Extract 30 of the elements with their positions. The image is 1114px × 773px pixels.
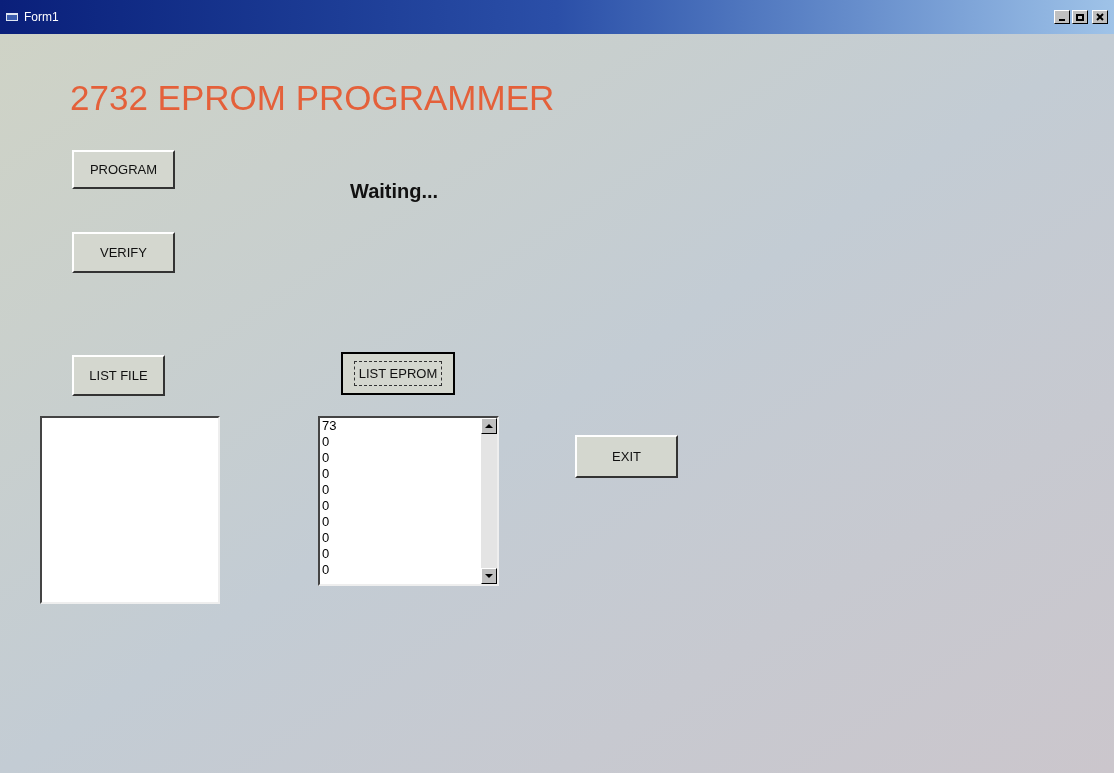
- close-button[interactable]: [1092, 10, 1108, 24]
- form-button[interactable]: LIST FILE: [72, 355, 165, 396]
- list-item[interactable]: 0: [322, 530, 481, 546]
- app-heading: 2732 EPROM PROGRAMMER: [70, 77, 555, 119]
- window-title: Form1: [24, 9, 59, 26]
- list-item[interactable]: 0: [322, 514, 481, 530]
- scroll-up-button[interactable]: [481, 418, 497, 434]
- list-item[interactable]: 0: [322, 498, 481, 514]
- form-button[interactable]: EXIT: [575, 435, 678, 478]
- form-button[interactable]: LIST EPROM: [341, 352, 455, 395]
- minimize-button[interactable]: [1054, 10, 1070, 24]
- list-item[interactable]: 0: [322, 546, 481, 562]
- restore-button[interactable]: [1072, 10, 1088, 24]
- status-text: Waiting...: [350, 179, 439, 204]
- eprom-list-box[interactable]: 73 0 0 0 0 0 0 0 0 0: [318, 416, 499, 586]
- list-item[interactable]: 73: [322, 418, 481, 434]
- list-item[interactable]: 0: [322, 562, 481, 578]
- list-item[interactable]: 0: [322, 450, 481, 466]
- list-item[interactable]: 0: [322, 434, 481, 450]
- file-list-box[interactable]: [40, 416, 220, 604]
- window-icon: [6, 12, 18, 22]
- down-triangle-icon: [485, 574, 493, 578]
- scrollbar[interactable]: [481, 418, 497, 584]
- close-icon: [1096, 13, 1104, 21]
- up-triangle-icon: [485, 424, 493, 428]
- scroll-down-button[interactable]: [481, 568, 497, 584]
- form-button[interactable]: VERIFY: [72, 232, 175, 273]
- list-item[interactable]: 0: [322, 482, 481, 498]
- list-item[interactable]: 0: [322, 466, 481, 482]
- form-button[interactable]: PROGRAM: [72, 150, 175, 189]
